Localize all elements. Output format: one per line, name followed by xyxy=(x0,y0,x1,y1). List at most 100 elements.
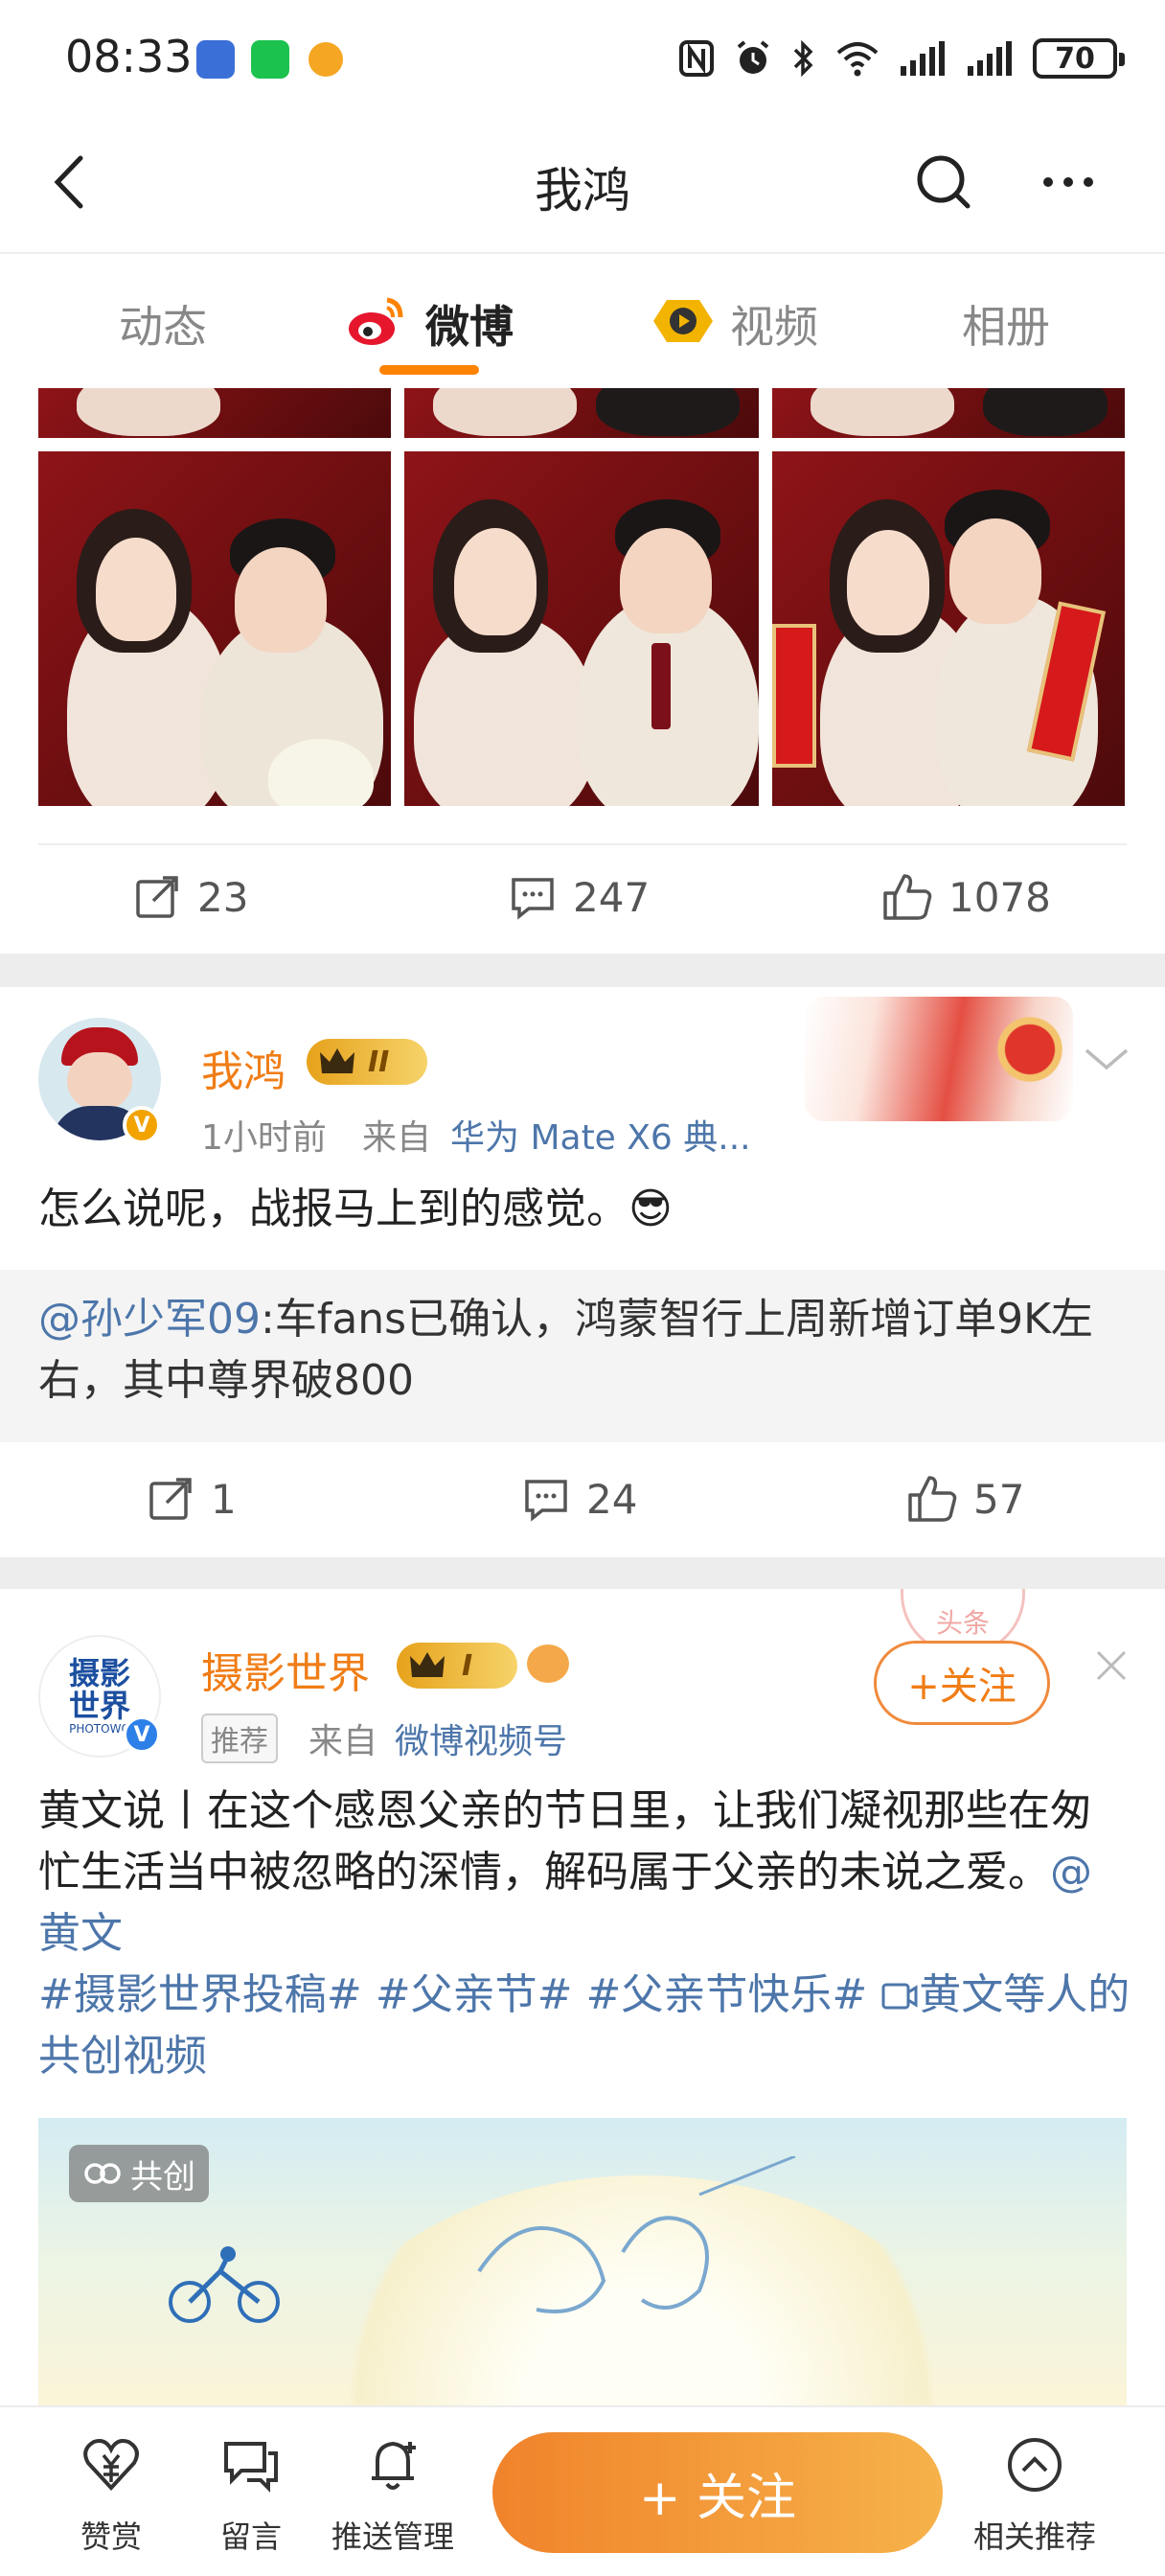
post-card-3: 头条 摄影 世界 PHOTOWO V 摄影世界 I 推荐 来自 微博视频号 +关… xyxy=(0,1589,1165,2405)
bell-icon xyxy=(372,2441,416,2490)
avatar-logo-text: 摄影 世界 xyxy=(68,1655,130,1724)
chevron-down-icon[interactable] xyxy=(1083,1045,1131,1073)
comment-icon xyxy=(512,878,554,920)
comment-button[interactable]: 247 xyxy=(508,872,650,922)
level-text: II xyxy=(368,1045,390,1079)
repost-count: 1 xyxy=(211,1475,237,1523)
push-settings-label: 推送管理 xyxy=(331,2518,454,2555)
recommend-tag: 推荐 xyxy=(201,1714,278,1763)
thumbs-up-icon xyxy=(908,1476,957,1522)
photo-tile[interactable] xyxy=(772,388,1125,438)
post-card-1: 23 247 1078 xyxy=(0,388,1165,954)
source-prefix: 来自 xyxy=(308,1722,378,1761)
divider xyxy=(38,843,1127,845)
follow-main-button[interactable]: + 关注 xyxy=(492,2432,943,2553)
hashtag-link[interactable]: #父亲节# xyxy=(376,1970,573,2019)
like-button[interactable]: 57 xyxy=(906,1474,1024,1524)
app-notification-icon xyxy=(196,40,235,79)
tip-label: 赞赏 xyxy=(80,2518,142,2555)
comment-count: 247 xyxy=(573,873,651,921)
post-time: 1小时前 xyxy=(201,1118,327,1158)
crown-icon xyxy=(320,1048,354,1073)
nav-bar: 我鸿 xyxy=(0,120,1165,254)
post-text: 黄文说丨在这个感恩父亲的节日里，让我们凝视那些在匆忙生活当中被忽略的深情，解码属… xyxy=(38,1781,1131,2087)
alarm-icon xyxy=(737,40,769,74)
follow-button[interactable]: +关注 xyxy=(874,1641,1050,1725)
bluetooth-icon xyxy=(793,39,813,78)
chevron-up-circle-icon xyxy=(1008,2438,1062,2492)
repost-icon xyxy=(136,876,178,918)
cocreate-badge-text: 共创 xyxy=(130,2157,195,2196)
quoted-text: @孙少军09:车fans已确认，鸿蒙智行上周新增订单9K左右，其中尊界破800 xyxy=(38,1289,1127,1412)
author-name[interactable]: 我鸿 xyxy=(201,1037,286,1098)
level-text: I xyxy=(462,1648,473,1683)
quoted-post[interactable]: @孙少军09:车fans已确认，鸿蒙智行上周新增订单9K左右，其中尊界破800 xyxy=(0,1270,1165,1442)
more-icon[interactable] xyxy=(1035,149,1102,216)
hashtag-link[interactable]: #摄影世界投稿# xyxy=(38,1970,362,2019)
active-tab-indicator xyxy=(379,365,479,375)
push-settings-button[interactable]: 推送管理 xyxy=(326,2434,460,2557)
comment-button[interactable]: 24 xyxy=(521,1474,637,1524)
close-icon[interactable] xyxy=(1092,1646,1131,1685)
cyclist-illustration xyxy=(169,2246,280,2323)
photo-tile[interactable] xyxy=(38,451,391,806)
nfc-icon xyxy=(679,40,714,77)
related-recommend-label: 相关推荐 xyxy=(972,2518,1096,2555)
tip-heart-icon xyxy=(83,2439,139,2491)
verified-badge: V xyxy=(123,1715,161,1754)
signal-icon xyxy=(901,41,945,76)
message-button[interactable]: 留言 xyxy=(184,2434,318,2557)
video-tab-icon xyxy=(653,300,713,342)
search-icon[interactable] xyxy=(910,149,977,216)
repost-button[interactable]: 23 xyxy=(132,872,248,922)
comment-icon xyxy=(525,1480,567,1522)
tab-weibo[interactable]: 微博 xyxy=(425,292,514,356)
post-card-2: V 我鸿 II 1小时前 来自 华为 Mate X6 典... 怎么说呢，战报马… xyxy=(0,987,1165,1557)
basketball-app-icon xyxy=(308,42,343,77)
post-text: 怎么说呢，战报马上到的感觉。😎 xyxy=(38,1184,673,1233)
wechat-icon xyxy=(251,40,289,79)
cocreate-badge: 共创 xyxy=(69,2145,209,2202)
photo-tile[interactable] xyxy=(38,388,391,438)
wifi-icon xyxy=(836,42,879,77)
weibo-logo-icon xyxy=(349,297,403,345)
source-link[interactable]: 微博视频号 xyxy=(395,1714,567,1763)
tab-album[interactable]: 相册 xyxy=(962,292,1050,356)
battery-indicator: 70 xyxy=(1033,38,1125,79)
video-thumbnail[interactable]: 共创 xyxy=(38,2118,1127,2405)
emblem-icon xyxy=(987,1006,1073,1092)
repost-button[interactable]: 1 xyxy=(146,1474,237,1524)
author-name[interactable]: 摄影世界 xyxy=(201,1639,370,1700)
profile-tab-bar: 动态 微博 视频 相册 xyxy=(0,254,1165,388)
source-link[interactable]: 华为 Mate X6 典... xyxy=(450,1110,751,1160)
quoted-mention[interactable]: @孙少军09 xyxy=(38,1295,261,1344)
thumbs-up-icon xyxy=(883,874,932,920)
like-button[interactable]: 1078 xyxy=(881,872,1051,922)
repost-count: 23 xyxy=(197,873,249,921)
photo-tile[interactable] xyxy=(404,388,759,438)
photo-tile[interactable] xyxy=(772,451,1125,806)
like-count: 1078 xyxy=(948,873,1051,921)
page-title: 我鸿 xyxy=(535,163,630,218)
verified-badge: V xyxy=(123,1106,161,1144)
related-recommend-button[interactable]: 相关推荐 xyxy=(968,2434,1102,2557)
source-prefix: 来自 xyxy=(362,1118,432,1158)
repost-icon xyxy=(149,1478,192,1520)
tab-video[interactable]: 视频 xyxy=(730,292,818,356)
fish-emoji-icon xyxy=(527,1644,569,1683)
post-body: 黄文说丨在这个感恩父亲的节日里，让我们凝视那些在匆忙生活当中被忽略的深情，解码属… xyxy=(38,1786,1092,1897)
status-bar: 08:33 70 xyxy=(0,0,1165,120)
status-indicators: 70 xyxy=(678,36,1125,80)
video-link-icon xyxy=(881,1983,918,2010)
level-badge: II xyxy=(307,1039,427,1085)
message-icon xyxy=(224,2442,278,2493)
signal-icon-2 xyxy=(968,41,1012,76)
status-time: 08:33 xyxy=(65,31,193,82)
tab-dynamic[interactable]: 动态 xyxy=(119,292,207,356)
level-badge: I xyxy=(397,1643,517,1689)
hashtag-link[interactable]: #父亲节快乐# xyxy=(585,1970,867,2019)
comment-count: 24 xyxy=(586,1475,638,1523)
photo-tile[interactable] xyxy=(404,451,759,806)
bottom-action-bar: 赞赏 留言 推送管理 + 关注 相关推荐 xyxy=(0,2405,1165,2576)
tip-button[interactable]: 赞赏 xyxy=(44,2434,178,2557)
